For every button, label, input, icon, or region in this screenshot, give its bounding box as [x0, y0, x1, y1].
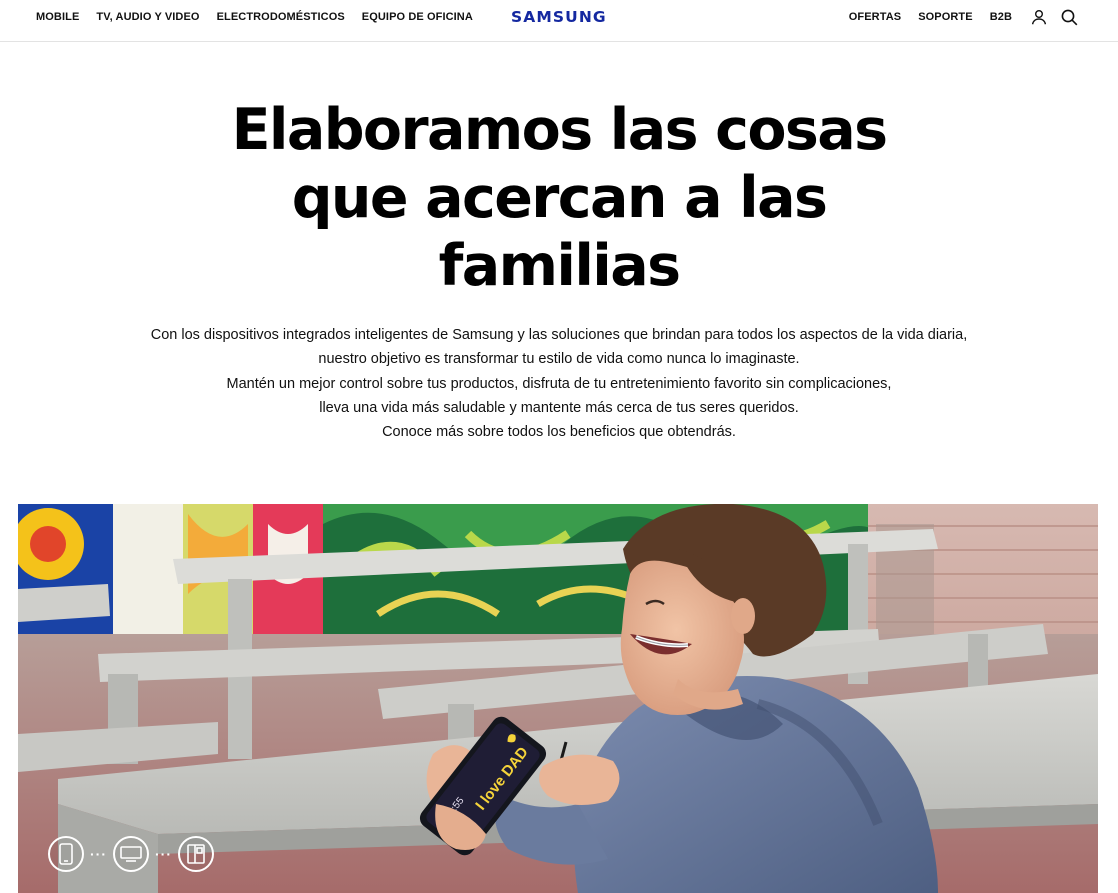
nav-link-soporte[interactable]: SOPORTE — [918, 11, 973, 23]
primary-nav: MOBILE TV, AUDIO Y VIDEO ELECTRODOMÉSTIC… — [36, 0, 473, 34]
site-header: MOBILE TV, AUDIO Y VIDEO ELECTRODOMÉSTIC… — [0, 0, 1118, 42]
nav-link-b2b[interactable]: B2B — [990, 11, 1012, 23]
intro-line: lleva una vida más saludable y mantente … — [319, 399, 799, 416]
intro-line: nuestro objetivo es transformar tu estil… — [318, 351, 800, 368]
nav-link-mobile[interactable]: MOBILE — [36, 11, 79, 23]
nav-separator: ··· — [90, 846, 107, 862]
samsung-logo[interactable]: SAMSUNG — [511, 6, 606, 28]
device-category-nav: ··· ··· — [48, 836, 214, 872]
smartphone-icon[interactable] — [48, 836, 84, 872]
nav-link-equipo-de-oficina[interactable]: EQUIPO DE OFICINA — [362, 11, 473, 23]
hero-headline-line: que acercan a las — [291, 165, 828, 231]
intro-line: Con los dispositivos integrados intelige… — [150, 327, 968, 343]
refrigerator-icon[interactable] — [178, 836, 214, 872]
tv-icon[interactable] — [113, 836, 149, 872]
nav-link-tv-audio-video[interactable]: TV, AUDIO Y VIDEO — [96, 11, 199, 23]
hero-photo-illustration: 20:55 I love DAD — [18, 504, 1098, 893]
nav-link-electrodomesticos[interactable]: ELECTRODOMÉSTICOS — [217, 11, 345, 23]
hero-headline-line: familias — [438, 233, 681, 299]
search-icon[interactable] — [1059, 7, 1079, 27]
hero-headline-line: Elaboramos las cosas — [231, 97, 888, 163]
utility-nav: OFERTAS SOPORTE B2B — [849, 0, 1118, 34]
user-icon[interactable] — [1029, 7, 1049, 27]
nav-separator: ··· — [155, 846, 172, 862]
intro-line: Conoce más sobre todos los beneficios qu… — [382, 424, 736, 441]
nav-link-ofertas[interactable]: OFERTAS — [849, 11, 901, 23]
hero-photo: 20:55 I love DAD — [18, 504, 1098, 893]
intro-line: Mantén un mejor control sobre tus produc… — [226, 375, 892, 392]
hero-headline: Elaboramos las cosas que acercan a las f… — [0, 96, 1118, 300]
hero-intro: Con los dispositivos integrados intelige… — [0, 323, 1118, 444]
